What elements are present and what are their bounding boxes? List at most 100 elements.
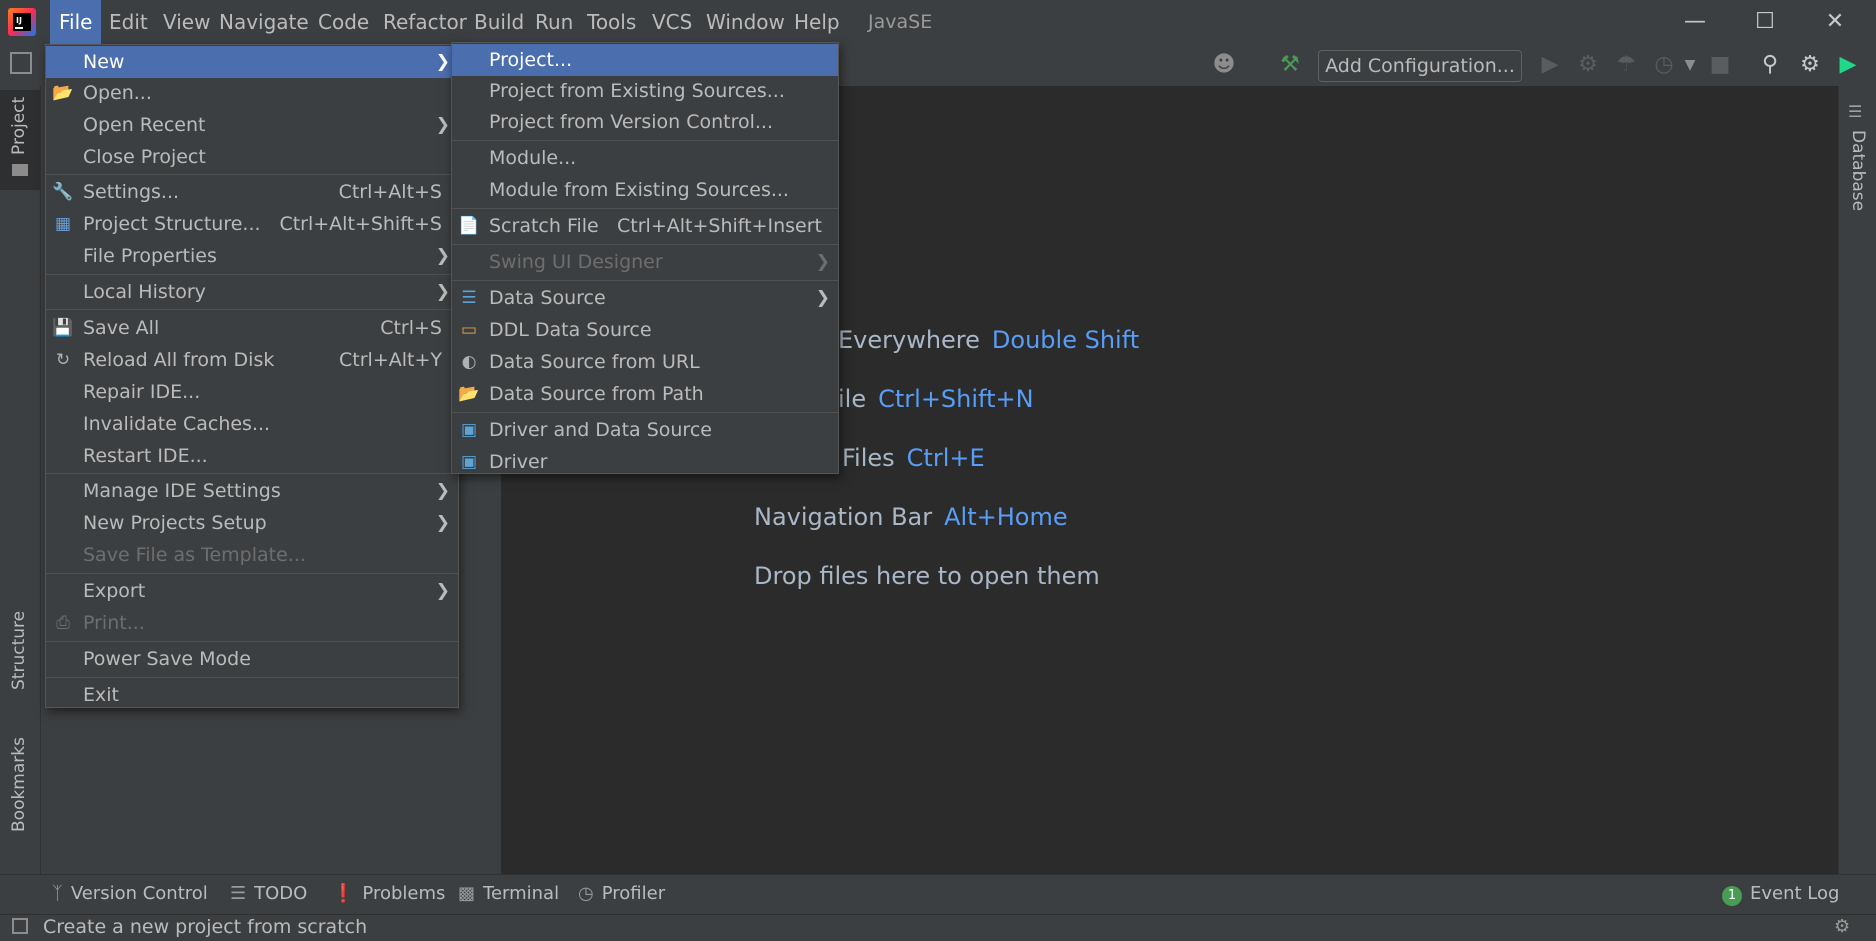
maximize-icon[interactable]: ☐ (1730, 0, 1800, 44)
menu-item-shortcut: Ctrl+Alt+S (338, 181, 442, 203)
hint-navigation-bar: Navigation Bar Alt+Home (754, 503, 1068, 531)
profile-icon[interactable]: ◷ (1650, 51, 1678, 79)
menu-item-label: Swing UI Designer (489, 251, 663, 273)
new-submenu-item-project-from-version-control[interactable]: Project from Version Control... (452, 106, 838, 138)
event-log-tab[interactable]: 1 Event Log (1722, 874, 1839, 914)
file-menu-item-file-properties[interactable]: File Properties ❯ (46, 240, 458, 272)
coverage-icon[interactable]: ☂ (1612, 51, 1640, 79)
file-menu-item-open[interactable]: 📂 Open... (46, 77, 458, 109)
menu-item-shortcut: Ctrl+Alt+Shift+Insert (617, 215, 822, 237)
chevron-down-icon[interactable]: ▼ (1676, 51, 1704, 79)
new-submenu-item-project[interactable]: Project... (452, 44, 838, 76)
menu-code[interactable]: Code (309, 0, 378, 44)
menu-item-label: Open... (83, 82, 152, 104)
menu-separator (452, 280, 838, 281)
profiler-tab[interactable]: ◷ Profiler (578, 874, 665, 914)
menu-window[interactable]: Window (697, 0, 794, 44)
file-menu-item-open-recent[interactable]: Open Recent ❯ (46, 109, 458, 141)
file-menu-item-new-projects-setup[interactable]: New Projects Setup ❯ (46, 507, 458, 539)
hint-drop-files: Drop files here to open them (754, 562, 1100, 590)
add-configuration-button[interactable]: Add Configuration... (1318, 50, 1522, 82)
menu-item-label: Repair IDE... (83, 381, 201, 403)
search-icon[interactable]: ⚲ (1756, 51, 1784, 79)
new-submenu-item-project-from-existing-sources[interactable]: Project from Existing Sources... (452, 75, 838, 107)
new-submenu-item-data-source-from-url[interactable]: ◐ Data Source from URL (452, 346, 838, 378)
menu-navigate[interactable]: Navigate (210, 0, 318, 44)
menu-edit[interactable]: Edit (100, 0, 157, 44)
file-menu-item-new[interactable]: New ❯ (46, 46, 458, 78)
wrench-icon: 🔧 (52, 182, 74, 202)
menu-tools[interactable]: Tools (578, 0, 645, 44)
menu-build[interactable]: Build (465, 0, 533, 44)
file-menu-item-repair-ide[interactable]: Repair IDE... (46, 376, 458, 408)
menu-item-label: Exit (83, 684, 119, 706)
new-submenu-item-swing-ui-designer: Swing UI Designer ❯ (452, 246, 838, 278)
folder-open-icon: 📂 (458, 384, 480, 404)
new-submenu-item-module-from-existing-sources[interactable]: Module from Existing Sources... (452, 174, 838, 206)
bookmarks-tool-tab[interactable]: Bookmarks (9, 737, 29, 832)
menu-item-label: Close Project (83, 146, 206, 168)
file-menu-item-manage-ide-settings[interactable]: Manage IDE Settings ❯ (46, 475, 458, 507)
new-submenu-item-data-source[interactable]: ☰ Data Source ❯ (452, 282, 838, 314)
svg-text:IJ: IJ (16, 16, 22, 25)
menu-item-label: File Properties (83, 245, 217, 267)
terminal-tab[interactable]: ▩ Terminal (458, 874, 559, 914)
project-tool-tab[interactable]: Project (9, 97, 29, 155)
menu-vcs[interactable]: VCS (643, 0, 701, 44)
file-menu-item-reload-all-from-disk[interactable]: ↻ Reload All from Disk Ctrl+Alt+Y (46, 344, 458, 376)
hint-go-to-file: ile Ctrl+Shift+N (838, 385, 1034, 413)
new-submenu-item-ddl-data-source[interactable]: ▭ DDL Data Source (452, 314, 838, 346)
file-menu-item-power-save-mode[interactable]: Power Save Mode (46, 643, 458, 675)
menu-item-label: Project from Version Control... (489, 111, 774, 133)
menu-item-label: Print... (83, 612, 145, 634)
debug-icon[interactable]: ⚙ (1574, 51, 1602, 79)
close-icon[interactable]: ✕ (1800, 0, 1870, 44)
new-submenu-item-module[interactable]: Module... (452, 142, 838, 174)
version-control-tab[interactable]: ᛉ Version Control (52, 874, 208, 914)
file-menu-item-local-history[interactable]: Local History ❯ (46, 276, 458, 308)
file-menu-item-save-all[interactable]: 💾 Save All Ctrl+S (46, 312, 458, 344)
new-submenu-item-driver-and-data-source[interactable]: ▣ Driver and Data Source (452, 414, 838, 446)
menu-item-label: Data Source from Path (489, 383, 704, 405)
build-hammer-icon[interactable]: ⚒ (1276, 51, 1304, 79)
menu-help[interactable]: Help (785, 0, 849, 44)
file-menu-item-exit[interactable]: Exit (46, 679, 458, 711)
menu-separator (46, 174, 458, 175)
minimize-icon[interactable]: — (1660, 0, 1730, 44)
problems-tab[interactable]: ❗ Problems (332, 874, 445, 914)
file-menu-item-close-project[interactable]: Close Project (46, 141, 458, 173)
user-icon[interactable]: ☻ (1210, 51, 1238, 79)
menu-run[interactable]: Run (526, 0, 582, 44)
intellij-logo-icon[interactable]: IJ (8, 8, 36, 36)
file-menu-item-invalidate-caches[interactable]: Invalidate Caches... (46, 408, 458, 440)
file-menu-item-settings[interactable]: 🔧 Settings... Ctrl+Alt+S (46, 176, 458, 208)
menu-refactor[interactable]: Refactor (374, 0, 476, 44)
data-source-icon: ☰ (461, 288, 477, 308)
menu-file[interactable]: File (50, 0, 102, 44)
file-menu-item-project-structure[interactable]: ▦ Project Structure... Ctrl+Alt+Shift+S (46, 208, 458, 240)
inspection-icon[interactable]: ⚙ (1834, 916, 1850, 937)
todo-tab[interactable]: ☰ TODO (230, 874, 307, 914)
menu-item-label: Project Structure... (83, 213, 261, 235)
stop-icon[interactable]: ■ (1706, 51, 1734, 79)
new-submenu-item-data-source-from-path[interactable]: 📂 Data Source from Path (452, 378, 838, 410)
menu-item-label: Scratch File (489, 215, 599, 237)
menu-item-label: Module... (489, 147, 577, 169)
file-menu-item-export[interactable]: Export ❯ (46, 575, 458, 607)
menu-item-label: Save File as Template... (83, 544, 306, 566)
driver-data-source-icon: ▣ (460, 420, 478, 440)
code-with-me-icon[interactable]: ▶ (1834, 51, 1862, 79)
driver-icon: ▣ (460, 452, 478, 472)
project-view-icon[interactable] (10, 52, 32, 74)
terminal-icon: ▩ (458, 883, 476, 904)
menu-item-label: New Projects Setup (83, 512, 267, 534)
menu-item-label: Invalidate Caches... (83, 413, 271, 435)
new-submenu-item-scratch-file[interactable]: 📄 Scratch File Ctrl+Alt+Shift+Insert (452, 210, 838, 242)
run-icon[interactable]: ▶ (1536, 51, 1564, 79)
structure-tool-tab[interactable]: Structure (9, 611, 29, 690)
layout-toggle-icon[interactable] (12, 918, 28, 934)
file-menu-item-restart-ide[interactable]: Restart IDE... (46, 440, 458, 472)
gear-icon[interactable]: ⚙ (1796, 51, 1824, 79)
database-tool-tab[interactable]: Database (1848, 130, 1868, 211)
new-submenu-item-driver[interactable]: ▣ Driver (452, 446, 838, 478)
